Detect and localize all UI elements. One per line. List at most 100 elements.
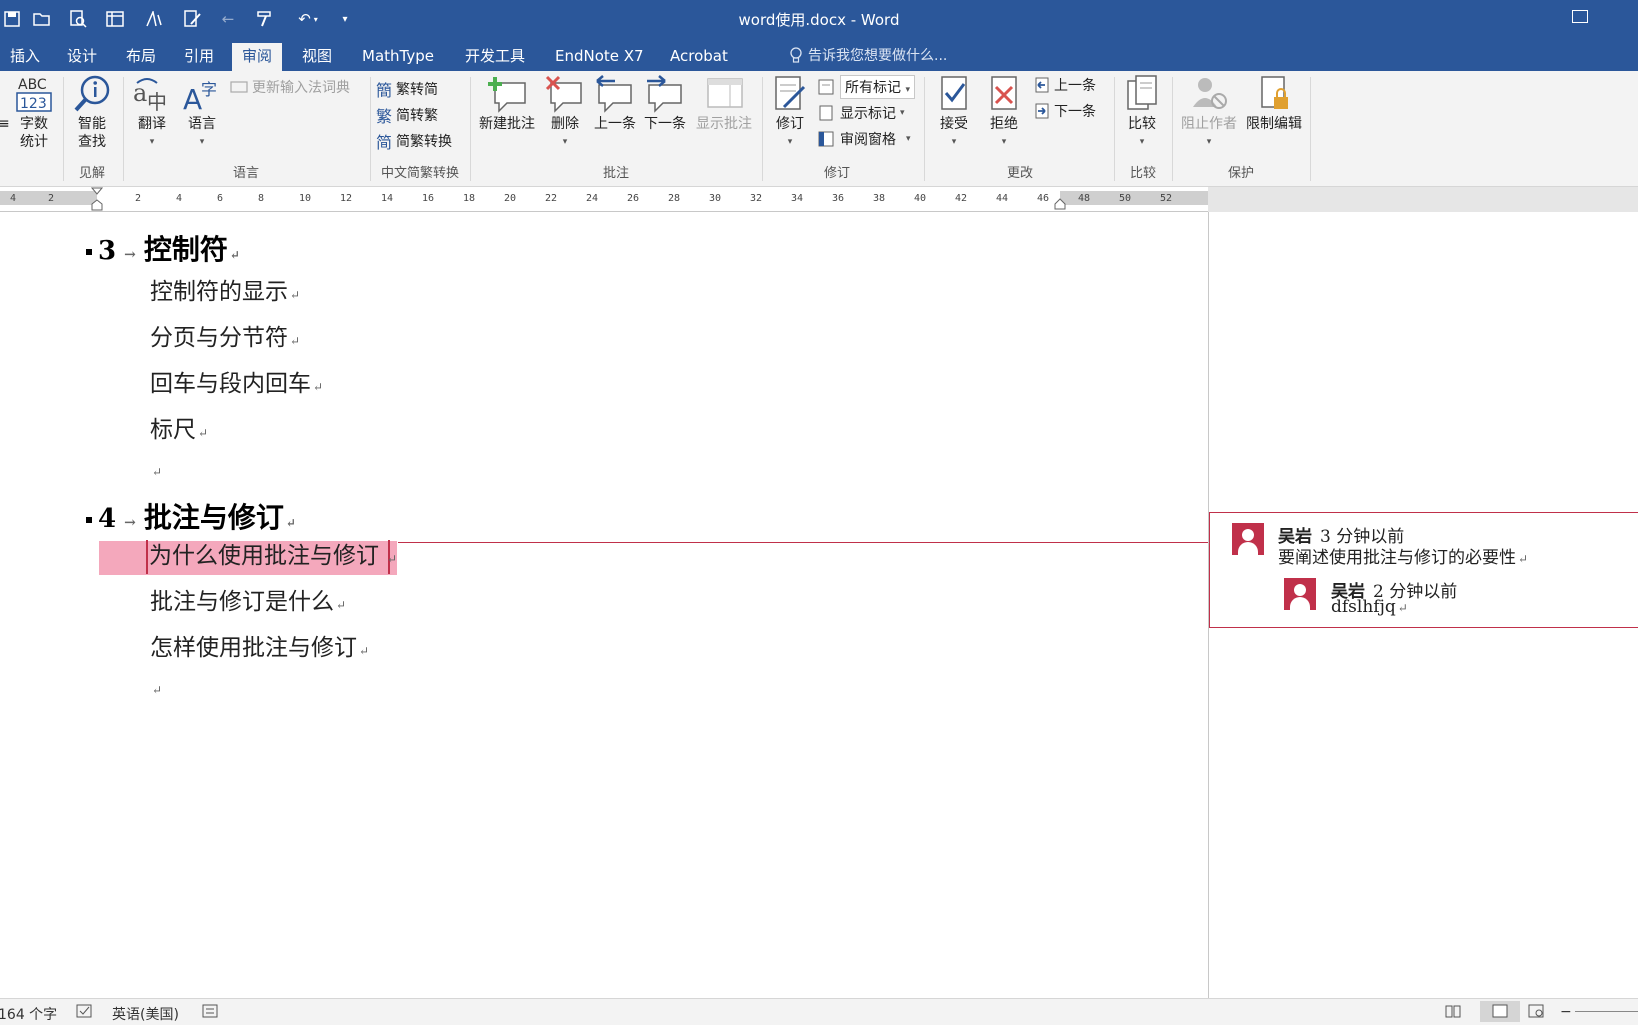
group-label-chinese-conversion: 中文简繁转换: [380, 166, 459, 181]
smart-lookup-button[interactable]: 智能 查找: [68, 75, 116, 151]
tab-view[interactable]: 视图: [292, 43, 342, 71]
simp-to-trad-button[interactable]: 繁 简转繁: [376, 103, 438, 127]
heading-4[interactable]: 4 → 批注与修订 ↵: [86, 496, 296, 536]
tab-references[interactable]: 引用: [174, 43, 224, 71]
previous-comment-icon: [596, 75, 632, 113]
show-markup-button[interactable]: 显示标记 ▾: [818, 103, 905, 123]
reject-button[interactable]: 拒绝 ▾: [980, 75, 1028, 151]
commented-paragraph[interactable]: 为什么使用批注与修订 ↵: [149, 536, 397, 570]
svg-text:123: 123: [20, 96, 47, 112]
tab-mathtype[interactable]: MathType: [352, 43, 444, 71]
new-comment-button[interactable]: 新建批注: [474, 75, 540, 133]
web-layout-icon[interactable]: [1528, 1004, 1544, 1022]
next-change-button[interactable]: 下一条: [1034, 101, 1096, 121]
proofing-icon[interactable]: [76, 1004, 92, 1022]
show-markup-icon: [819, 105, 833, 121]
simp-trad-convert-label: 简繁转换: [396, 134, 453, 150]
next-comment-button[interactable]: 下一条: [640, 75, 690, 133]
paragraph[interactable]: 标尺 ↵: [150, 410, 208, 444]
comment-connector-line: [398, 542, 1208, 543]
svg-text:中: 中: [147, 90, 167, 113]
track-changes-icon: [775, 76, 806, 110]
zoom-slider[interactable]: [1575, 1011, 1638, 1012]
ruler-tick-label: 14: [381, 193, 394, 204]
previous-change-button[interactable]: 上一条: [1034, 75, 1096, 95]
paragraph[interactable]: 批注与修订是什么 ↵: [150, 582, 346, 616]
ruler-tick-label: 50: [1119, 193, 1132, 204]
empty-paragraph[interactable]: ↵: [150, 456, 162, 482]
svg-text:a: a: [133, 79, 147, 107]
smart-lookup-label-1: 智能: [78, 116, 106, 132]
spelling-button-partial[interactable]: ≡: [0, 115, 10, 133]
compare-button[interactable]: 比较 ▾: [1118, 75, 1166, 151]
group-label-protect: 保护: [1227, 166, 1254, 181]
tab-design[interactable]: 设计: [57, 43, 107, 71]
ruler-tick-label: 46: [1037, 193, 1050, 204]
ruler-tick-label: 4: [10, 193, 17, 204]
tab-endnote[interactable]: EndNote X7: [545, 43, 654, 71]
smart-lookup-icon: [74, 75, 110, 112]
comment-text[interactable]: 要阐述使用批注与修订的必要性 ↵: [1278, 543, 1528, 568]
previous-comment-button[interactable]: 上一条: [590, 75, 640, 133]
comment-balloon[interactable]: 吴岩 3 分钟以前 要阐述使用批注与修订的必要性 ↵ 吴岩 2 分钟以前 dfslhf…: [1209, 512, 1638, 628]
block-authors-icon: [1193, 78, 1227, 109]
right-indent-marker-icon[interactable]: [1054, 198, 1066, 210]
svg-text:字: 字: [201, 80, 217, 99]
group-label-comments: 批注: [602, 166, 629, 181]
smart-lookup-label-2: 查找: [78, 134, 106, 150]
translate-button[interactable]: a中 翻译 ▾: [128, 75, 176, 151]
markup-view-dropdown[interactable]: 所有标记 ▾: [818, 75, 915, 99]
paragraph[interactable]: 分页与分节符 ↵: [150, 318, 300, 352]
restore-window-icon[interactable]: [1572, 10, 1588, 23]
language-status[interactable]: 英语(美国): [112, 1004, 179, 1024]
tab-developer[interactable]: 开发工具: [455, 43, 535, 71]
tab-insert[interactable]: 插入: [0, 43, 50, 71]
word-count-label-1: 字数: [20, 116, 48, 132]
next-comment-icon: [647, 75, 682, 113]
read-mode-icon[interactable]: [1445, 1004, 1461, 1022]
show-comments-button[interactable]: 显示批注: [692, 75, 756, 133]
next-change-label: 下一条: [1054, 104, 1096, 120]
block-authors-button[interactable]: 阻止作者 ▾: [1176, 75, 1242, 151]
language-button[interactable]: A字 语言 ▾: [178, 75, 226, 151]
tab-layout[interactable]: 布局: [116, 43, 166, 71]
commented-text: 为什么使用批注与修订: [149, 543, 379, 569]
word-count-button[interactable]: ABC 123 字数 统计: [14, 75, 54, 151]
macro-recording-icon[interactable]: [202, 1004, 218, 1022]
horizontal-ruler[interactable]: 4 2 2 4 6 8 10 12 14 16 18 20 22 24 26 28 30 32 34 36 38 40 42…: [0, 187, 1208, 212]
word-count-status[interactable]: 164 个字: [0, 1004, 57, 1024]
ruler-tick-label: 16: [422, 193, 435, 204]
print-layout-icon[interactable]: [1480, 1001, 1520, 1022]
ruler-tick-label: 44: [996, 193, 1009, 204]
heading-3[interactable]: 3 → 控制符 ↵: [86, 228, 240, 268]
reviewing-pane-button[interactable]: 审阅窗格 ▾: [818, 129, 911, 149]
tell-me-search[interactable]: 告诉我您想要做什么...: [790, 45, 947, 65]
ruler-margin-area: [1208, 187, 1638, 212]
delete-comment-button[interactable]: 删除 ▾: [542, 75, 588, 151]
simp-trad-convert-button[interactable]: 简 简繁转换: [376, 129, 452, 153]
ruler-tick-label: 36: [832, 193, 845, 204]
all-markup-select[interactable]: 所有标记 ▾: [840, 75, 915, 99]
show-markup-label: 显示标记: [840, 106, 896, 122]
heading-4-number: 4: [98, 504, 117, 534]
language-icon: A字: [183, 80, 217, 113]
group-label-tracking: 修订: [823, 166, 850, 181]
new-comment-icon: [488, 77, 526, 113]
ribbon: ≡ ABC 123 字数 统计 智能 查找 见解 a中 翻译 ▾ A字 语言 ▾ …: [0, 71, 1638, 187]
track-changes-button[interactable]: 修订 ▾: [766, 75, 814, 151]
zoom-out-icon[interactable]: −: [1560, 1004, 1572, 1020]
paragraph[interactable]: 回车与段内回车 ↵: [150, 364, 323, 398]
paragraph[interactable]: 怎样使用批注与修订 ↵: [150, 628, 369, 662]
restrict-editing-button[interactable]: 限制编辑: [1242, 75, 1306, 133]
trad-to-simp-label: 繁转简: [396, 82, 439, 98]
trad-to-simp-button[interactable]: 簡 繁转简: [376, 77, 438, 101]
accept-button[interactable]: 接受 ▾: [930, 75, 978, 151]
paragraph[interactable]: 控制符的显示 ↵: [150, 272, 300, 306]
reply-text[interactable]: dfslhfjq ↵: [1331, 597, 1408, 617]
tab-review[interactable]: 审阅: [232, 43, 283, 71]
title-bar: ← ↶ ▾ ▾ word使用.docx - Word: [0, 0, 1638, 38]
tab-acrobat[interactable]: Acrobat: [660, 43, 738, 71]
indent-marker-icon[interactable]: [91, 187, 103, 211]
empty-paragraph[interactable]: ↵: [150, 674, 162, 700]
update-ime-button[interactable]: 更新输入法词典: [230, 77, 350, 97]
